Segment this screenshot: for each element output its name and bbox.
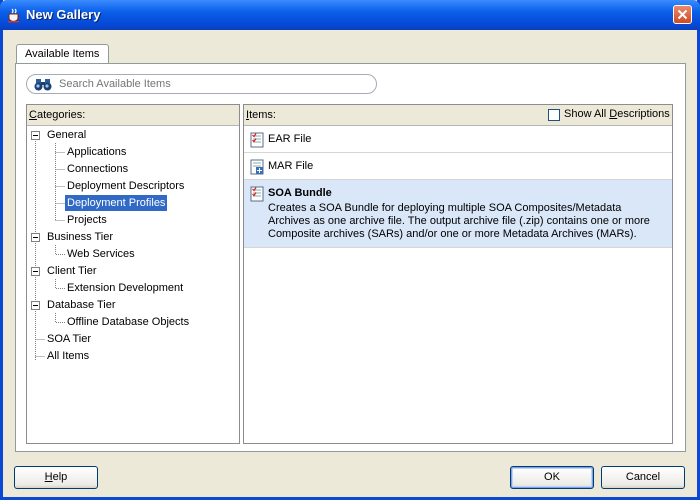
close-button[interactable] [673, 5, 692, 24]
expand-toggles [31, 131, 40, 310]
checkbox-box[interactable] [548, 109, 560, 121]
list-item-soa-bundle[interactable]: SOA Bundle Creates a SOA Bundle for depl… [244, 180, 672, 248]
categories-header: Categories: [27, 105, 239, 126]
item-description: Creates a SOA Bundle for deploying multi… [268, 202, 650, 240]
list-item-ear-file[interactable]: EAR File [244, 126, 672, 153]
soa-bundle-icon [250, 186, 264, 202]
tab-label: Available Items [25, 48, 100, 60]
help-button[interactable]: Help [14, 466, 98, 489]
category-database-tier[interactable]: Database Tier [45, 297, 117, 313]
category-web-services[interactable]: Web Services [65, 246, 137, 262]
list-item-mar-file[interactable]: MAR File [244, 153, 672, 180]
title-bar[interactable]: New Gallery [0, 0, 700, 30]
category-all-items[interactable]: All Items [45, 348, 91, 364]
category-connections[interactable]: Connections [65, 161, 130, 177]
close-icon [677, 9, 688, 20]
category-soa-tier[interactable]: SOA Tier [45, 331, 93, 347]
cancel-button[interactable]: Cancel [601, 466, 685, 489]
categories-panel: Categories: General Applications Connect… [26, 104, 240, 444]
category-tree[interactable]: General Applications Connections Deploym… [27, 127, 239, 443]
coffee-cup-icon [8, 8, 20, 23]
show-all-descriptions-checkbox[interactable]: Show All Descriptions [548, 108, 670, 122]
ear-file-icon [250, 132, 264, 148]
window-title: New Gallery [26, 7, 101, 22]
category-projects[interactable]: Projects [65, 212, 109, 228]
search-box[interactable] [26, 74, 377, 94]
search-input[interactable] [59, 77, 359, 91]
category-general[interactable]: General [45, 127, 88, 143]
category-applications[interactable]: Applications [65, 144, 128, 160]
category-offline-database-objects[interactable]: Offline Database Objects [65, 314, 191, 330]
show-all-descriptions-label: Show All Descriptions [564, 108, 670, 120]
items-label: Items: [246, 109, 276, 121]
item-name: SOA Bundle [268, 187, 332, 199]
category-business-tier[interactable]: Business Tier [45, 229, 115, 245]
items-panel: Items: Show All Descriptions EAR File MA… [243, 104, 673, 444]
category-deployment-profiles[interactable]: Deployment Profiles [65, 195, 168, 211]
item-name: EAR File [268, 133, 312, 145]
category-extension-development[interactable]: Extension Development [65, 280, 185, 296]
new-gallery-dialog: New Gallery Available Items Categories: [0, 0, 700, 500]
categories-label: Categories: [29, 109, 86, 121]
binoculars-icon [34, 79, 52, 91]
category-client-tier[interactable]: Client Tier [45, 263, 99, 279]
tab-available-items[interactable]: Available Items [16, 44, 109, 64]
ok-button[interactable]: OK [510, 466, 594, 489]
items-header: Items: Show All Descriptions [244, 105, 672, 126]
item-name: MAR File [268, 160, 314, 172]
category-deployment-descriptors[interactable]: Deployment Descriptors [65, 178, 186, 194]
mar-file-icon [250, 159, 264, 175]
